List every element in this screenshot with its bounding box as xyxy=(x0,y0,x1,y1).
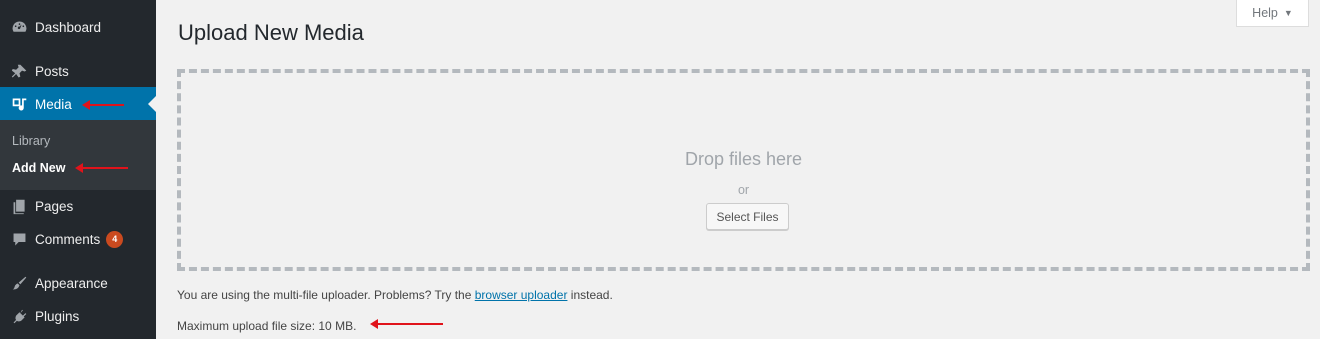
sidebar-item-label: Media xyxy=(35,96,72,112)
pages-icon xyxy=(9,196,29,216)
sidebar-item-pages[interactable]: Pages xyxy=(0,189,156,223)
sidebar-item-label: Plugins xyxy=(35,308,80,324)
drag-drop-area[interactable]: Drop files here or Select Files xyxy=(177,69,1310,271)
sidebar-item-label: Dashboard xyxy=(35,19,102,35)
submenu-item-add-new[interactable]: Add New xyxy=(12,161,65,175)
annotation-arrow-add-new xyxy=(75,163,128,173)
pushpin-icon xyxy=(9,61,29,81)
sidebar-item-appearance[interactable]: Appearance xyxy=(0,266,156,300)
or-text: or xyxy=(737,183,750,197)
help-button[interactable]: Help ▼ xyxy=(1236,0,1309,27)
sidebar-item-posts[interactable]: Posts xyxy=(0,54,156,88)
media-icon xyxy=(9,94,29,114)
media-submenu: Library Add New xyxy=(0,120,156,190)
select-files-button[interactable]: Select Files xyxy=(706,203,789,230)
sidebar-item-label: Pages xyxy=(35,198,74,214)
caret-down-icon: ▼ xyxy=(1283,8,1293,18)
dashboard-icon xyxy=(9,17,29,37)
notice-text-before: You are using the multi-file uploader. P… xyxy=(177,288,475,302)
page-title: Upload New Media xyxy=(178,20,364,45)
sidebar-item-label: Appearance xyxy=(35,275,108,291)
notice-text-after: instead. xyxy=(567,288,613,302)
help-label: Help xyxy=(1252,6,1278,20)
sidebar-item-label: Comments xyxy=(35,231,101,247)
sidebar-item-media[interactable]: Media xyxy=(0,87,156,121)
comments-icon xyxy=(9,229,29,249)
plugin-icon xyxy=(9,306,29,326)
browser-uploader-link[interactable]: browser uploader xyxy=(475,288,568,302)
uploader-notice: You are using the multi-file uploader. P… xyxy=(177,288,613,302)
sidebar-item-plugins[interactable]: Plugins xyxy=(0,299,156,333)
sidebar-item-comments[interactable]: Comments 4 xyxy=(0,222,156,256)
sidebar-item-dashboard[interactable]: Dashboard xyxy=(0,10,156,44)
drop-files-text: Drop files here xyxy=(684,149,803,169)
comments-count-badge: 4 xyxy=(106,230,124,248)
sidebar-item-label: Posts xyxy=(35,63,69,79)
annotation-arrow-max-upload xyxy=(370,319,443,329)
submenu-item-library[interactable]: Library xyxy=(12,134,50,148)
annotation-arrow-media xyxy=(82,100,124,110)
max-upload-size: Maximum upload file size: 10 MB. xyxy=(177,319,357,333)
paintbrush-icon xyxy=(9,273,29,293)
